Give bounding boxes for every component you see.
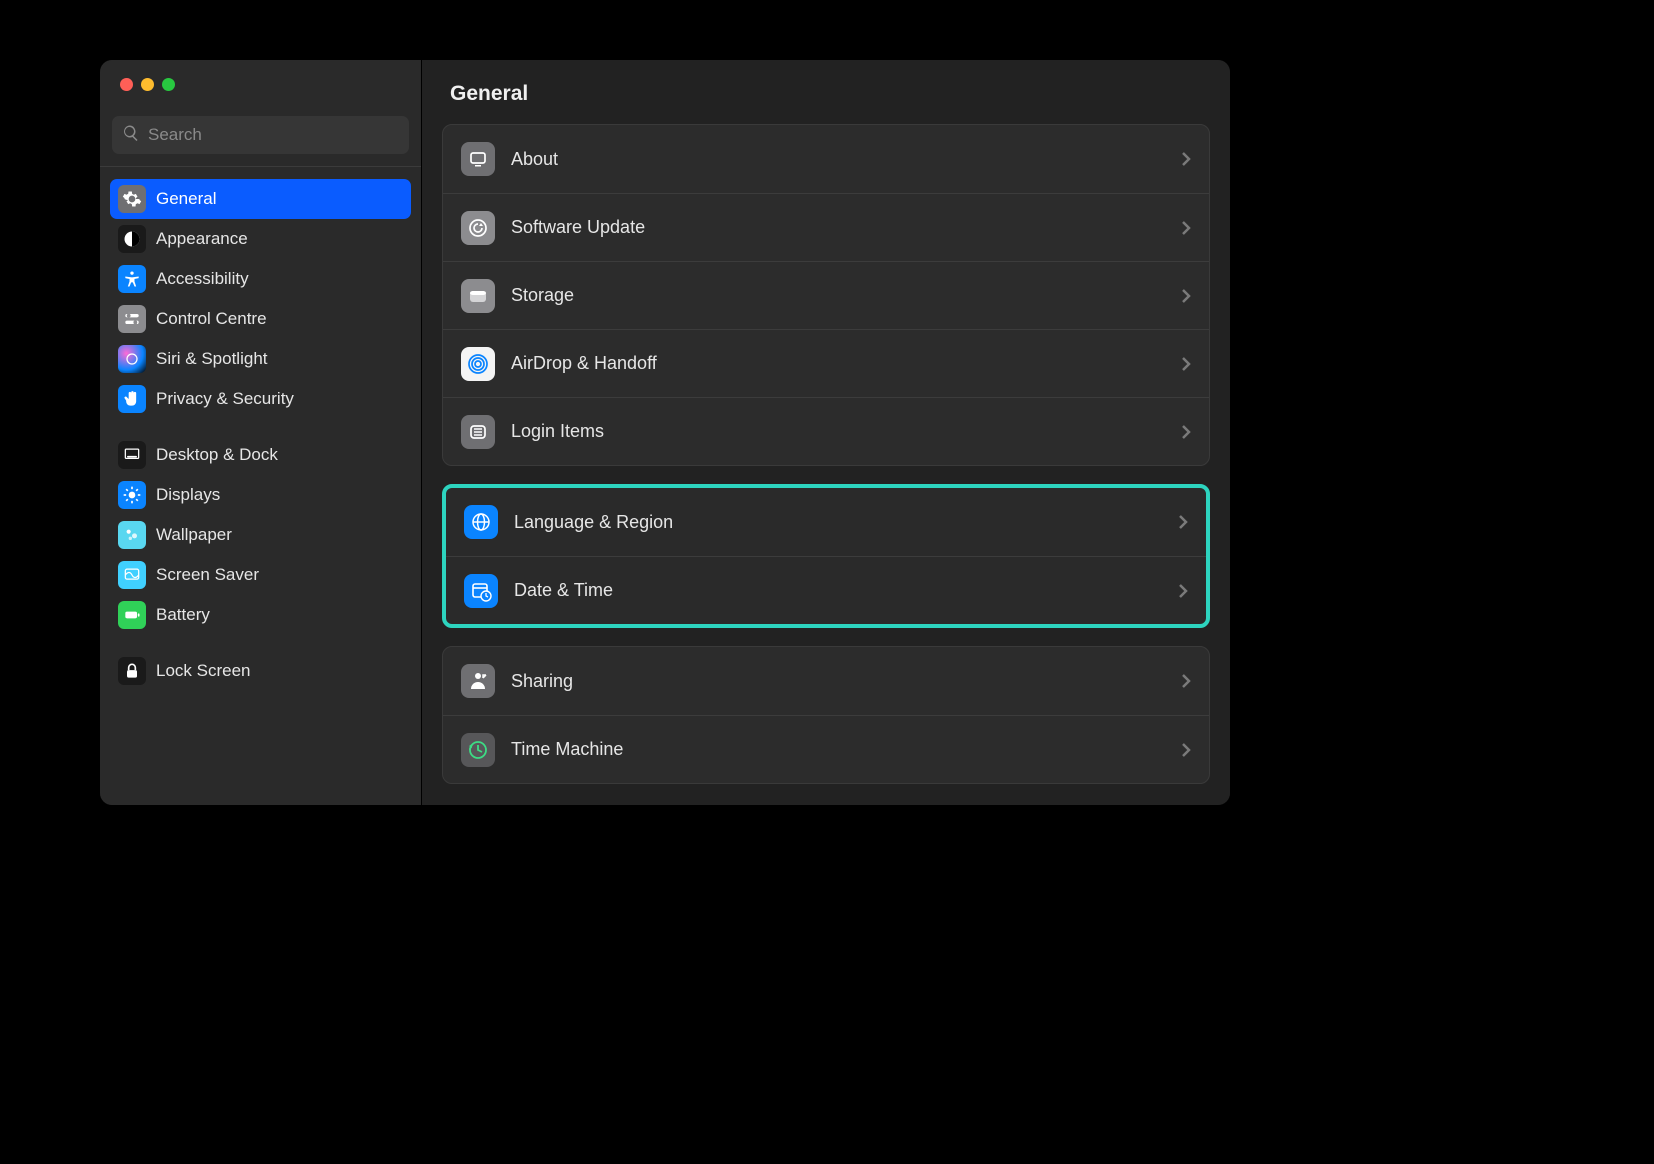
sidebar-divider: [100, 166, 421, 167]
row-about[interactable]: About: [443, 125, 1209, 193]
sidebar-item-label: Displays: [156, 485, 220, 505]
sidebar-item-desktop-dock[interactable]: Desktop & Dock: [110, 435, 411, 475]
row-login-items[interactable]: Login Items: [443, 397, 1209, 465]
row-language-region[interactable]: Language & Region: [446, 488, 1206, 556]
language-icon: [464, 505, 498, 539]
row-label: Software Update: [511, 217, 1181, 238]
settings-group: About Software Update Storage: [442, 124, 1210, 466]
search-wrap: [100, 104, 421, 162]
page-title: General: [422, 60, 1230, 124]
chevron-right-icon: [1178, 514, 1188, 530]
sidebar-item-label: Siri & Spotlight: [156, 349, 268, 369]
sidebar-item-screen-saver[interactable]: Screen Saver: [110, 555, 411, 595]
displays-icon: [118, 481, 146, 509]
row-sharing[interactable]: Sharing: [443, 647, 1209, 715]
minimize-button[interactable]: [141, 78, 154, 91]
settings-group-highlighted: Language & Region Date & Time: [442, 484, 1210, 628]
time-machine-icon: [461, 733, 495, 767]
control-centre-icon: [118, 305, 146, 333]
sidebar-item-appearance[interactable]: Appearance: [110, 219, 411, 259]
chevron-right-icon: [1178, 583, 1188, 599]
window-controls: [100, 60, 421, 104]
sidebar-item-general[interactable]: General: [110, 179, 411, 219]
sidebar-item-battery[interactable]: Battery: [110, 595, 411, 635]
sidebar-item-displays[interactable]: Displays: [110, 475, 411, 515]
row-storage[interactable]: Storage: [443, 261, 1209, 329]
sidebar-item-label: Accessibility: [156, 269, 249, 289]
wallpaper-icon: [118, 521, 146, 549]
gear-icon: [118, 185, 146, 213]
search-field[interactable]: [112, 116, 409, 154]
login-items-icon: [461, 415, 495, 449]
row-software-update[interactable]: Software Update: [443, 193, 1209, 261]
sidebar-item-label: Privacy & Security: [156, 389, 294, 409]
row-label: Storage: [511, 285, 1181, 306]
chevron-right-icon: [1181, 220, 1191, 236]
row-label: Time Machine: [511, 739, 1181, 760]
panel-area: About Software Update Storage: [422, 124, 1230, 805]
sidebar-separator: [110, 635, 411, 651]
sidebar-item-wallpaper[interactable]: Wallpaper: [110, 515, 411, 555]
software-update-icon: [461, 211, 495, 245]
battery-icon: [118, 601, 146, 629]
settings-window: General Appearance Accessibility Control…: [100, 60, 1230, 805]
sidebar-item-label: Control Centre: [156, 309, 267, 329]
chevron-right-icon: [1181, 742, 1191, 758]
sidebar-item-label: Battery: [156, 605, 210, 625]
sidebar-item-label: Wallpaper: [156, 525, 232, 545]
chevron-right-icon: [1181, 356, 1191, 372]
about-icon: [461, 142, 495, 176]
row-time-machine[interactable]: Time Machine: [443, 715, 1209, 783]
accessibility-icon: [118, 265, 146, 293]
sidebar-item-label: General: [156, 189, 216, 209]
sidebar-item-privacy-security[interactable]: Privacy & Security: [110, 379, 411, 419]
row-label: Sharing: [511, 671, 1181, 692]
lock-icon: [118, 657, 146, 685]
desktop-dock-icon: [118, 441, 146, 469]
chevron-right-icon: [1181, 288, 1191, 304]
appearance-icon: [118, 225, 146, 253]
sidebar-item-label: Appearance: [156, 229, 248, 249]
sidebar-item-label: Desktop & Dock: [156, 445, 278, 465]
screen-saver-icon: [118, 561, 146, 589]
sharing-icon: [461, 664, 495, 698]
row-label: About: [511, 149, 1181, 170]
settings-group: Sharing Time Machine: [442, 646, 1210, 784]
chevron-right-icon: [1181, 151, 1191, 167]
date-time-icon: [464, 574, 498, 608]
sidebar-item-label: Lock Screen: [156, 661, 251, 681]
zoom-button[interactable]: [162, 78, 175, 91]
main-content: General About Software Update: [422, 60, 1230, 805]
sidebar-item-label: Screen Saver: [156, 565, 259, 585]
sidebar-item-accessibility[interactable]: Accessibility: [110, 259, 411, 299]
row-airdrop-handoff[interactable]: AirDrop & Handoff: [443, 329, 1209, 397]
row-date-time[interactable]: Date & Time: [446, 556, 1206, 624]
close-button[interactable]: [120, 78, 133, 91]
row-label: Login Items: [511, 421, 1181, 442]
airdrop-icon: [461, 347, 495, 381]
row-label: Language & Region: [514, 512, 1178, 533]
sidebar-item-siri-spotlight[interactable]: Siri & Spotlight: [110, 339, 411, 379]
search-icon: [122, 124, 140, 147]
search-input[interactable]: [148, 125, 399, 145]
siri-icon: [118, 345, 146, 373]
sidebar-item-lock-screen[interactable]: Lock Screen: [110, 651, 411, 691]
chevron-right-icon: [1181, 673, 1191, 689]
sidebar: General Appearance Accessibility Control…: [100, 60, 422, 805]
sidebar-item-control-centre[interactable]: Control Centre: [110, 299, 411, 339]
row-label: AirDrop & Handoff: [511, 353, 1181, 374]
row-label: Date & Time: [514, 580, 1178, 601]
storage-icon: [461, 279, 495, 313]
hand-icon: [118, 385, 146, 413]
chevron-right-icon: [1181, 424, 1191, 440]
sidebar-nav: General Appearance Accessibility Control…: [100, 173, 421, 805]
sidebar-separator: [110, 419, 411, 435]
